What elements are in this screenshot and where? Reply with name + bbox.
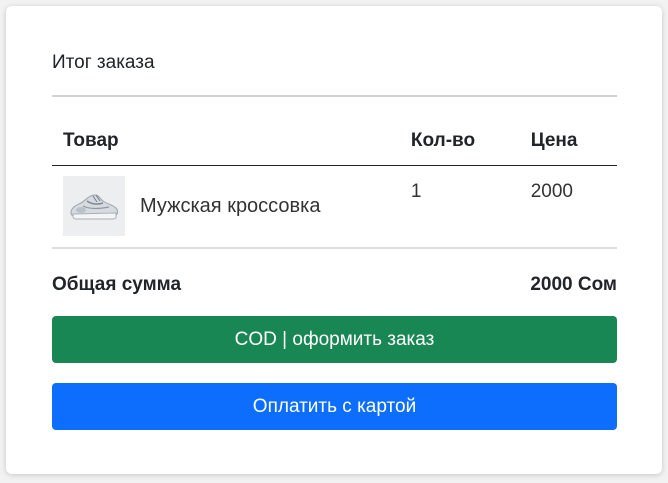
- title-divider: [52, 95, 617, 97]
- quantity-cell: 1: [399, 165, 520, 249]
- product-name: Мужская кроссовка: [140, 194, 321, 217]
- product-info: Мужская кроссовка: [63, 176, 400, 237]
- total-value: 2000 Сом: [530, 274, 617, 295]
- header-price: Цена: [519, 117, 617, 166]
- table-row: Мужская кроссовка 1 2000: [52, 165, 617, 249]
- product-thumbnail: [63, 176, 125, 237]
- sneaker-image: [70, 194, 118, 220]
- order-items-table: Товар Кол-во Цена Мужская кроссовка 1 20…: [52, 117, 617, 249]
- header-product: Товар: [52, 117, 400, 166]
- header-quantity: Кол-во: [399, 117, 520, 166]
- order-summary-title: Итог заказа: [52, 52, 155, 73]
- pay-by-card-button[interactable]: Оплатить с картой: [52, 383, 617, 430]
- order-summary-card: Итог заказа Товар Кол-во Цена Мужская кр…: [6, 6, 662, 474]
- price-cell: 2000: [519, 165, 617, 249]
- cod-checkout-button[interactable]: COD | оформить заказ: [52, 316, 617, 363]
- product-cell: Мужская кроссовка: [52, 165, 400, 249]
- table-header-row: Товар Кол-во Цена: [52, 117, 617, 166]
- order-total-row: Общая сумма 2000 Сом: [52, 274, 617, 296]
- total-label: Общая сумма: [52, 274, 182, 295]
